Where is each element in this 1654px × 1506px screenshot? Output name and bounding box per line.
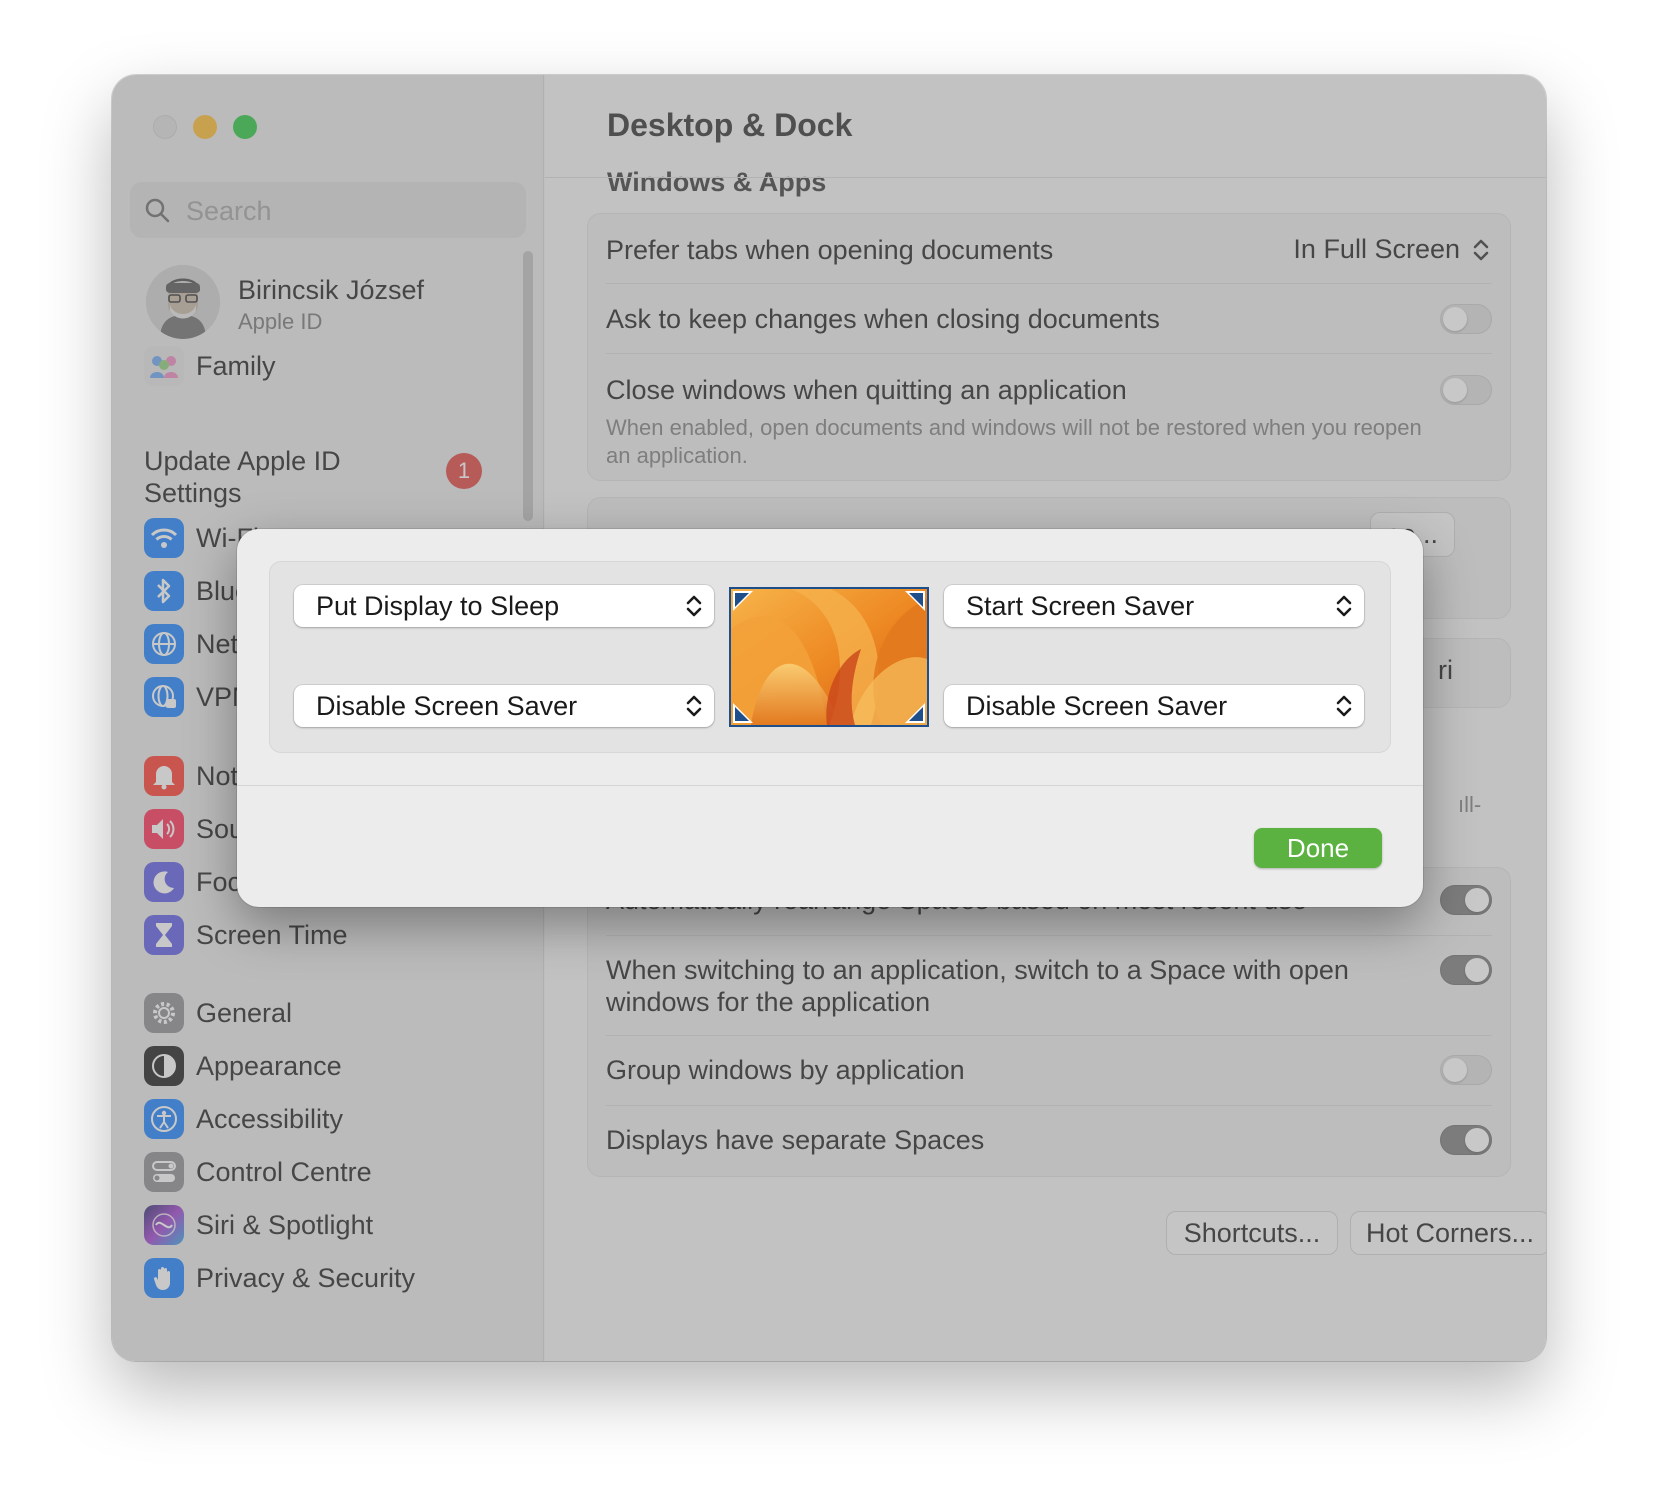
top-left-corner-select[interactable]: Put Display to Sleep	[294, 585, 714, 627]
wallpaper-preview-image	[731, 589, 927, 725]
chevron-updown-icon	[1336, 695, 1352, 717]
chevron-updown-icon	[686, 595, 702, 617]
chevron-updown-icon	[1336, 595, 1352, 617]
done-button[interactable]: Done	[1254, 828, 1382, 868]
select-value: Disable Screen Saver	[316, 691, 578, 721]
desktop-preview	[729, 587, 929, 727]
sheet-divider	[237, 785, 1423, 786]
bottom-right-corner-select[interactable]: Disable Screen Saver	[944, 685, 1364, 727]
select-value: Put Display to Sleep	[316, 591, 560, 621]
select-value: Start Screen Saver	[966, 591, 1195, 621]
chevron-updown-icon	[686, 695, 702, 717]
hot-corners-sheet: Put Display to Sleep Start Screen Saver …	[237, 529, 1423, 907]
select-value: Disable Screen Saver	[966, 691, 1228, 721]
bottom-left-corner-select[interactable]: Disable Screen Saver	[294, 685, 714, 727]
top-right-corner-select[interactable]: Start Screen Saver	[944, 585, 1364, 627]
